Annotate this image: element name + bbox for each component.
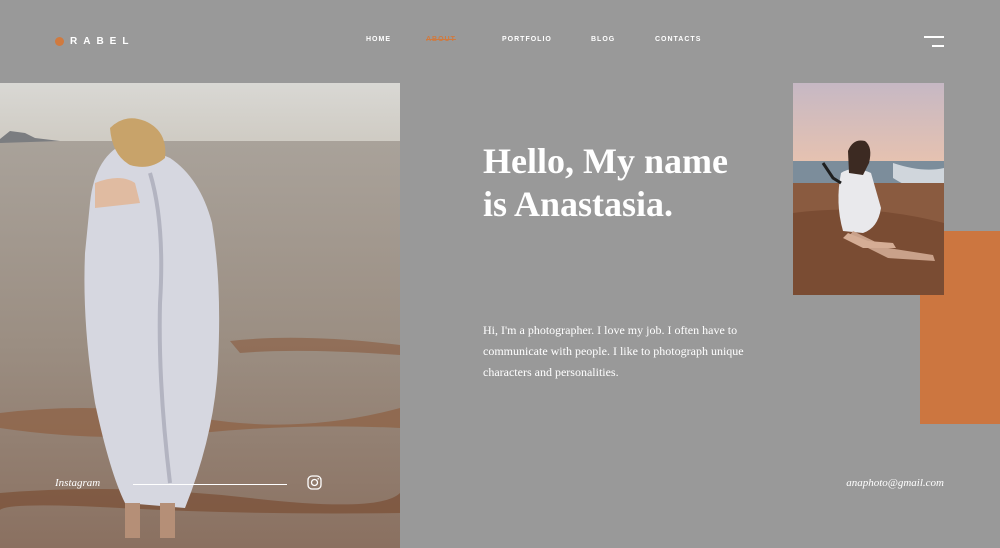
nav-home[interactable]: HOME: [366, 36, 391, 43]
instagram-label[interactable]: Instagram: [55, 477, 100, 489]
hamburger-icon[interactable]: [924, 36, 944, 48]
nav-blog[interactable]: BLOG: [591, 36, 615, 43]
contact-email[interactable]: anaphoto@gmail.com: [846, 477, 944, 489]
instagram-icon[interactable]: [307, 475, 322, 490]
intro-text: Hi, I'm a photographer. I love my job. I…: [483, 323, 744, 379]
portrait-photo: [793, 83, 944, 295]
main-nav: HOME ABOUT PORTFOLIO BLOG CONTACTS: [0, 36, 1000, 48]
page-title: Hello, My name is Anastasia.: [483, 141, 728, 224]
nav-portfolio[interactable]: PORTFOLIO: [502, 36, 552, 43]
nav-about[interactable]: ABOUT: [426, 36, 456, 43]
nav-contacts[interactable]: CONTACTS: [655, 36, 701, 43]
instagram-divider: [133, 484, 287, 485]
